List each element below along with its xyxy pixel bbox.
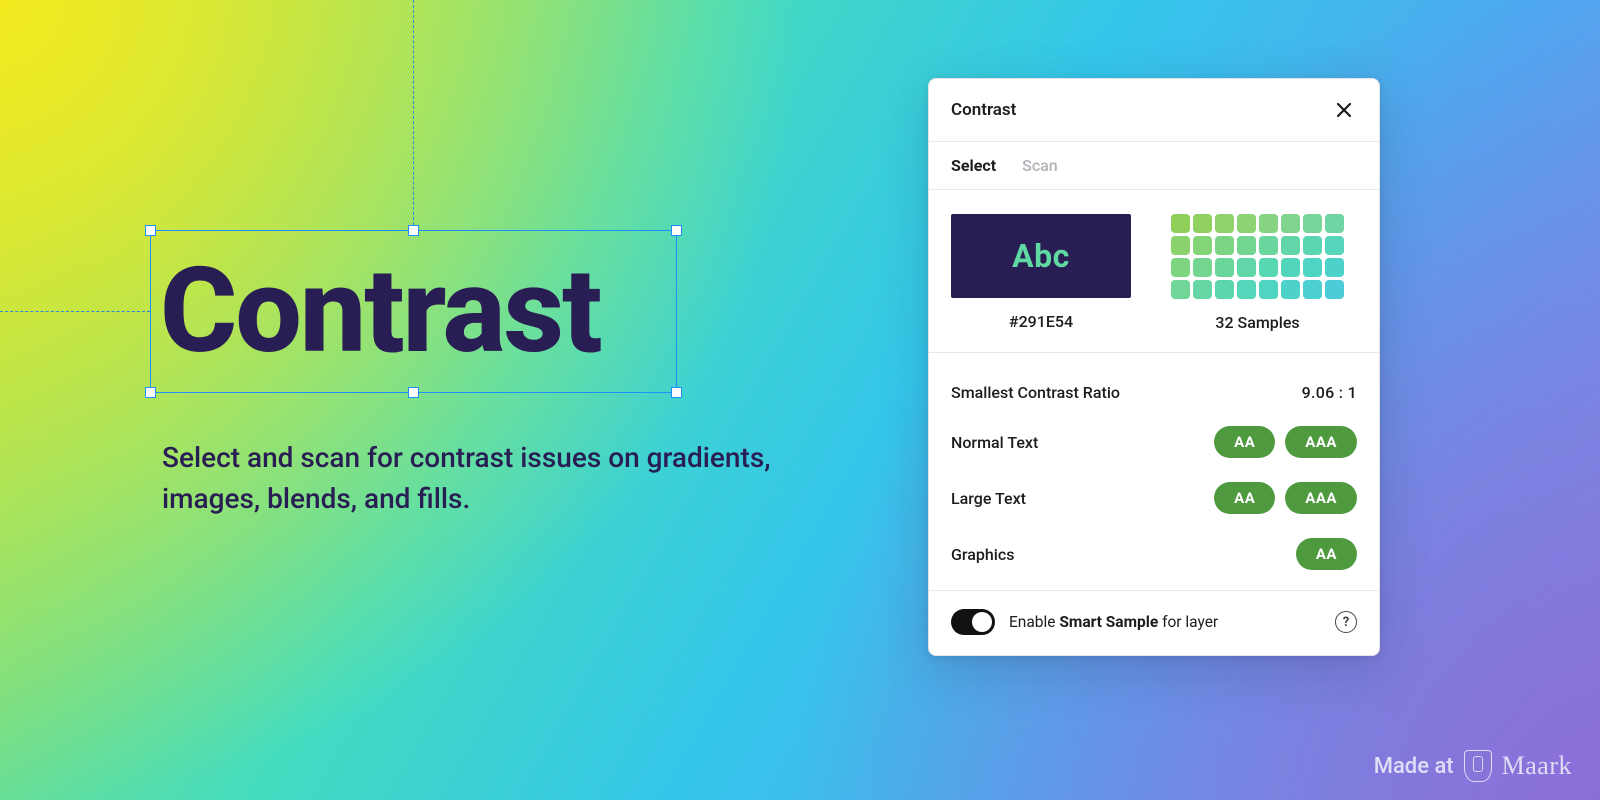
sample-cell[interactable] [1171,258,1190,277]
wcag-badge: AA [1296,538,1357,570]
crest-icon [1464,750,1492,782]
smart-sample-label: Enable Smart Sample for layer [1009,613,1218,631]
metric-row: Graphics AA [951,526,1357,582]
sample-cell[interactable] [1303,214,1322,233]
selection-frame[interactable] [150,230,677,393]
background-samples-column: 32 Samples [1171,214,1344,332]
metric-row: Normal TextAAAAA [951,414,1357,470]
swatch-hex-label: #291E54 [1009,312,1073,331]
contrast-ratio-label: Smallest Contrast Ratio [951,383,1120,402]
sample-cell[interactable] [1259,214,1278,233]
sample-cell[interactable] [1237,214,1256,233]
metric-row: Large TextAAAAA [951,470,1357,526]
metric-label: Normal Text [951,433,1038,452]
attribution-prefix: Made at [1374,754,1454,779]
sample-cell[interactable] [1259,258,1278,277]
sample-cell[interactable] [1171,280,1190,299]
smart-sample-toggle[interactable] [951,609,995,635]
sample-cell[interactable] [1325,280,1344,299]
sample-cell[interactable] [1303,280,1322,299]
contrast-panel: Contrast Select Scan Abc #291E54 32 Samp… [928,78,1380,656]
wcag-badge: AA [1214,426,1275,458]
sample-cell[interactable] [1237,280,1256,299]
samples-grid [1171,214,1344,299]
sample-cell[interactable] [1259,280,1278,299]
help-button[interactable]: ? [1335,611,1357,633]
tab-select[interactable]: Select [951,156,996,175]
sample-cell[interactable] [1171,236,1190,255]
sample-cell[interactable] [1193,258,1212,277]
sample-cell[interactable] [1215,280,1234,299]
resize-handle-top-left[interactable] [145,225,156,236]
resize-handle-bottom-left[interactable] [145,387,156,398]
badge-group: AA [1296,538,1357,570]
resize-handle-top-middle[interactable] [408,225,419,236]
sample-cell[interactable] [1281,236,1300,255]
sample-cell[interactable] [1281,258,1300,277]
tab-scan[interactable]: Scan [1022,156,1058,175]
sample-cell[interactable] [1171,214,1190,233]
attribution: Made at Maark [1374,750,1572,782]
wcag-badge: AAA [1285,426,1357,458]
foreground-swatch[interactable]: Abc [951,214,1131,298]
sample-cell[interactable] [1237,236,1256,255]
sample-cell[interactable] [1215,258,1234,277]
wcag-badge: AAA [1285,482,1357,514]
help-icon: ? [1343,615,1349,630]
resize-handle-bottom-right[interactable] [671,387,682,398]
badge-group: AAAAA [1214,426,1357,458]
close-icon [1335,101,1353,119]
panel-tabs: Select Scan [929,142,1379,190]
metrics-section: Smallest Contrast Ratio 9.06 : 1 Normal … [929,353,1379,591]
sample-cell[interactable] [1193,236,1212,255]
sample-cell[interactable] [1193,280,1212,299]
badge-group: AAAAA [1214,482,1357,514]
panel-header: Contrast [929,79,1379,142]
preview-row: Abc #291E54 32 Samples [929,190,1379,353]
swatch-sample-text: Abc [1012,237,1070,275]
resize-handle-bottom-middle[interactable] [408,387,419,398]
resize-handle-top-right[interactable] [671,225,682,236]
sample-cell[interactable] [1281,214,1300,233]
sample-cell[interactable] [1281,280,1300,299]
panel-title: Contrast [951,100,1016,120]
sample-cell[interactable] [1325,236,1344,255]
attribution-brand: Maark [1502,751,1572,781]
metric-label: Graphics [951,545,1014,564]
guide-vertical [413,0,414,230]
sample-cell[interactable] [1259,236,1278,255]
sample-cell[interactable] [1237,258,1256,277]
sample-cell[interactable] [1325,258,1344,277]
sample-cell[interactable] [1325,214,1344,233]
sample-cell[interactable] [1215,236,1234,255]
close-button[interactable] [1331,97,1357,123]
sample-cell[interactable] [1215,214,1234,233]
contrast-ratio-row: Smallest Contrast Ratio 9.06 : 1 [951,371,1357,414]
samples-count-label: 32 Samples [1215,313,1299,332]
guide-horizontal [0,311,150,312]
sample-cell[interactable] [1303,236,1322,255]
contrast-ratio-value: 9.06 : 1 [1302,383,1357,402]
panel-footer: Enable Smart Sample for layer ? [929,591,1379,655]
foreground-swatch-column: Abc #291E54 [951,214,1131,331]
metric-label: Large Text [951,489,1026,508]
design-canvas: Contrast Select and scan for contrast is… [0,0,1600,800]
subheadline-text: Select and scan for contrast issues on g… [162,438,782,519]
wcag-badge: AA [1214,482,1275,514]
sample-cell[interactable] [1303,258,1322,277]
sample-cell[interactable] [1193,214,1212,233]
